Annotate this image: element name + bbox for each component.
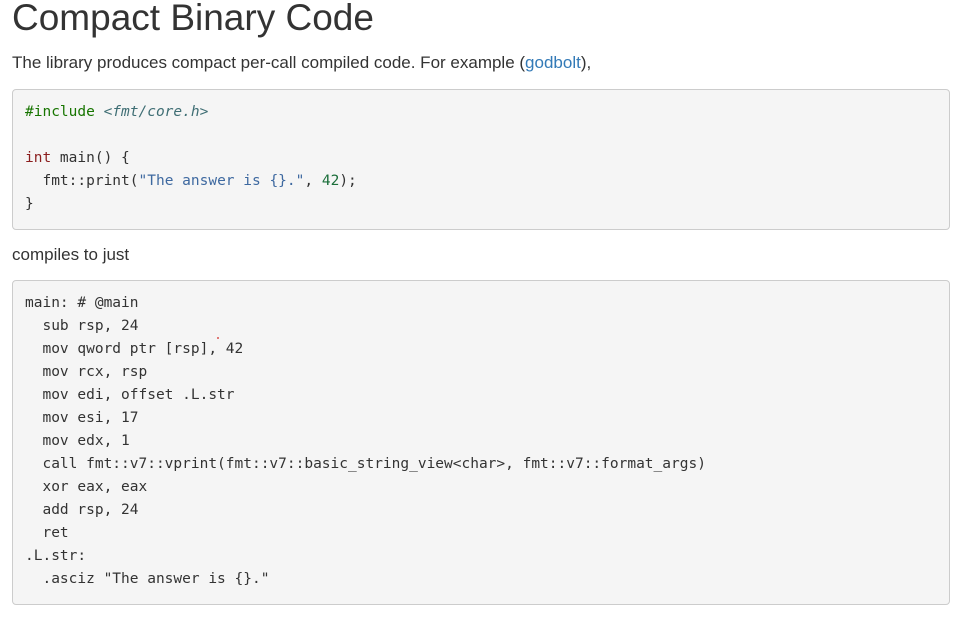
asm-line: xor eax, eax [25, 479, 148, 495]
include-path: <fmt/core.h> [103, 104, 209, 120]
compiles-to-text: compiles to just [12, 245, 130, 264]
include-directive: #include [25, 104, 95, 120]
asm-line: call fmt::v7::vprint(fmt::v7::basic_stri… [25, 456, 706, 472]
asm-line: add rsp, 24 [25, 502, 139, 518]
asm-line: mov esi, 17 [25, 410, 139, 426]
closing-brace: } [25, 196, 34, 212]
print-string-literal: "The answer is {}." [138, 173, 305, 189]
print-separator: , [304, 173, 322, 189]
print-end: ); [339, 173, 357, 189]
print-call: fmt::print( [25, 173, 139, 189]
main-return-type: int [25, 150, 52, 166]
cpp-code-block: #include <fmt/core.h>int main() { fmt::p… [12, 89, 950, 230]
asm-line: mov rcx, rsp [25, 364, 148, 380]
asm-line: mov edx, 1 [25, 433, 130, 449]
code-line: int main() { [25, 147, 937, 170]
godbolt-link[interactable]: godbolt [525, 53, 581, 72]
asm-line: main: # @main [25, 295, 139, 311]
asm-code-block: main: # @main sub rsp, 24 mov qword ptr … [12, 280, 950, 605]
asm-line: .asciz "The answer is {}." [25, 571, 270, 587]
asm-line: .L.str: [25, 548, 87, 564]
page-title: Compact Binary Code [12, 0, 374, 38]
main-signature: main() { [51, 150, 130, 166]
intro-text-after: ), [580, 53, 592, 72]
asm-line: mov qword ptr [rsp], 42 [25, 341, 244, 357]
intro-text-before: The library produces compact per-call co… [12, 53, 526, 72]
code-line: fmt::print("The answer is {}.", 42); [25, 170, 937, 193]
code-line: #include <fmt/core.h> [25, 101, 937, 124]
asm-line: mov edi, offset .L.str [25, 387, 235, 403]
print-number-literal: 42 [321, 173, 340, 189]
asm-line: ret [25, 525, 69, 541]
intro-paragraph: The library produces compact per-call co… [12, 52, 591, 74]
asm-line: sub rsp, 24 [25, 318, 139, 334]
cursor-mark [217, 337, 219, 339]
code-line: } [25, 193, 937, 216]
